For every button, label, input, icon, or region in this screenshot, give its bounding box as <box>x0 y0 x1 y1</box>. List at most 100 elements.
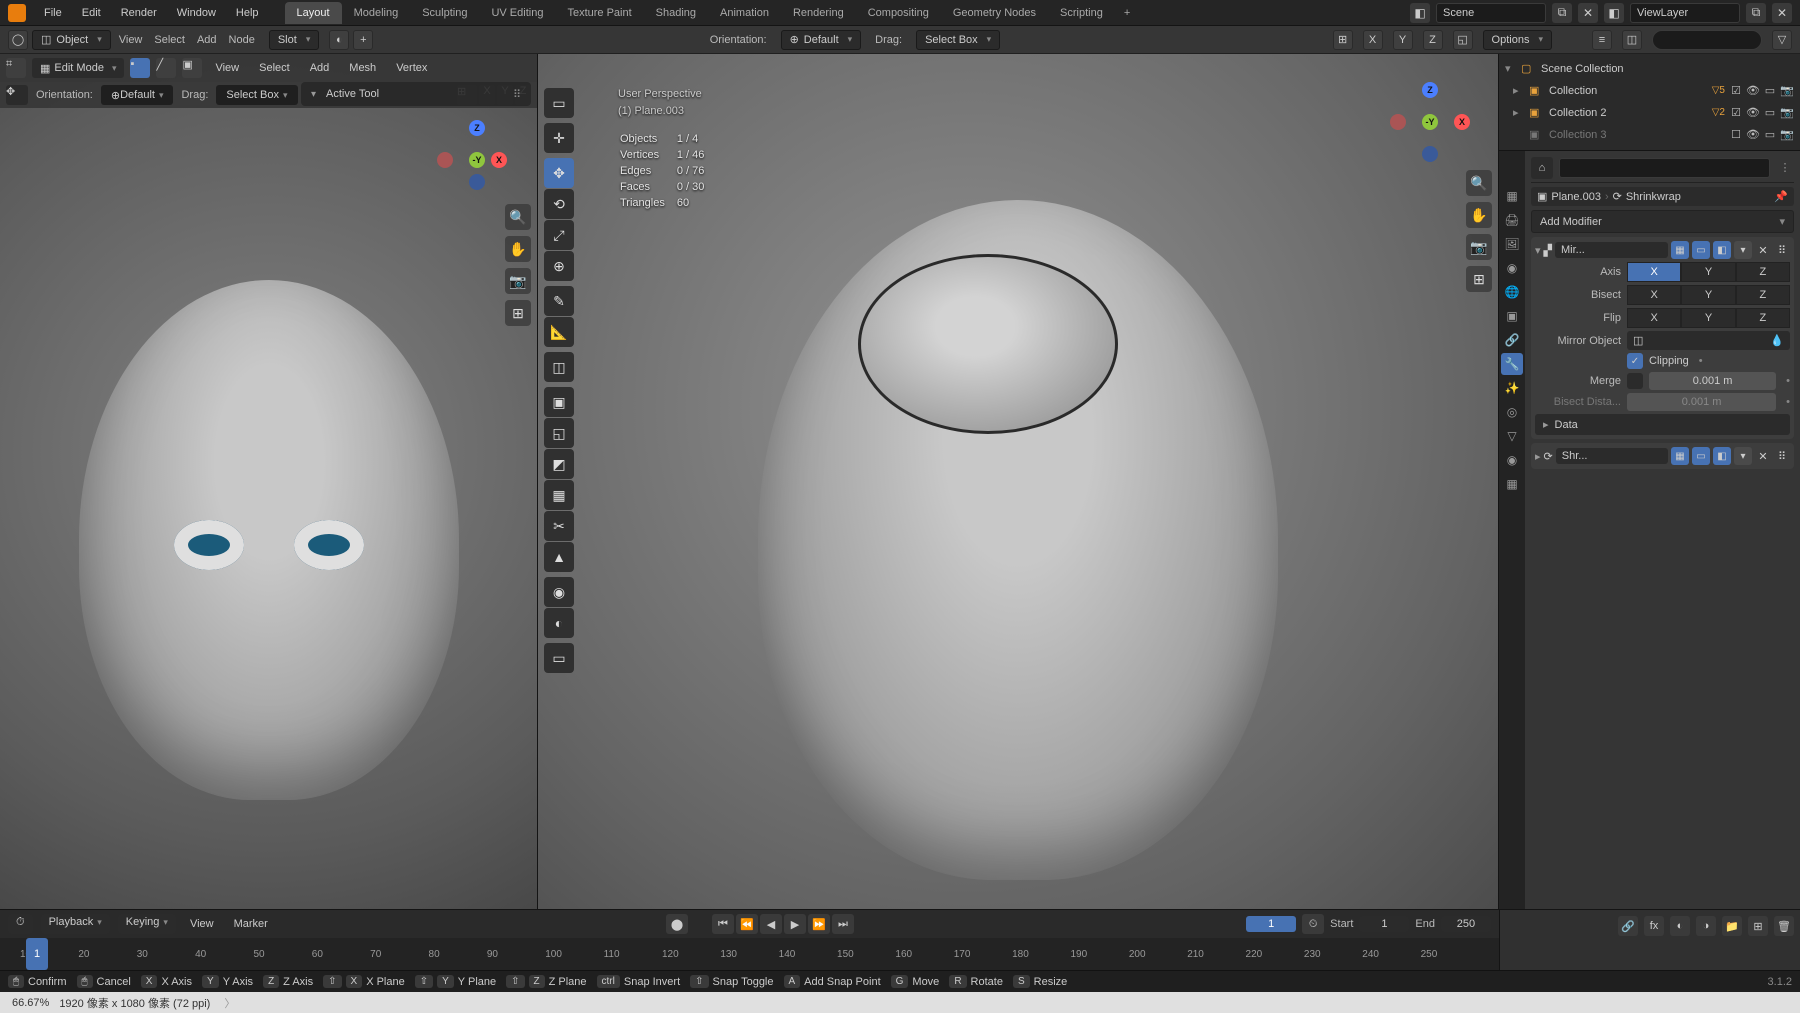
preview-range-icon[interactable]: ⏲ <box>1302 914 1324 934</box>
tab-texture-paint[interactable]: Texture Paint <box>555 2 643 24</box>
start-frame-input[interactable]: 1 <box>1359 916 1409 932</box>
orientation-dropdown[interactable]: ⊕Default <box>101 85 174 105</box>
outliner-editor-icon[interactable]: ≡ <box>1592 30 1612 50</box>
scene-browse-icon[interactable]: ◧ <box>1410 3 1430 23</box>
display-render-icon[interactable]: ◧ <box>1713 241 1731 259</box>
menu-select[interactable]: Select <box>252 59 297 77</box>
editor-type-icon[interactable]: ⏱ <box>8 914 33 934</box>
smooth-tool[interactable]: ◐ <box>544 608 574 638</box>
scale-tool[interactable]: ⤢ <box>544 220 574 250</box>
keyframe-prev-icon[interactable]: ⏪ <box>736 914 758 934</box>
filter-icon[interactable]: ▽ <box>1772 30 1792 50</box>
flip-x-button[interactable]: X <box>1627 308 1681 328</box>
pin-icon[interactable]: 📌 <box>1774 190 1788 203</box>
transform-orientation-icon[interactable]: ✥ <box>6 85 28 105</box>
auto-key-icon[interactable]: ⬤ <box>666 914 688 934</box>
menu-select[interactable]: Select <box>150 34 189 46</box>
tab-render-icon[interactable]: ▦ <box>1501 185 1523 207</box>
axis-neg-z-icon[interactable] <box>469 174 485 190</box>
jump-end-icon[interactable]: ⏭ <box>832 914 854 934</box>
rotate-tool[interactable]: ⟲ <box>544 189 574 219</box>
editor-type-icon[interactable]: ◯ <box>8 30 28 50</box>
transform-tool[interactable]: ⊕ <box>544 251 574 281</box>
slot-dropdown[interactable]: Slot <box>269 30 320 50</box>
tab-mesh-icon[interactable]: ▽ <box>1501 425 1523 447</box>
overlay-icon[interactable]: ◱ <box>1453 30 1473 50</box>
menu-mesh[interactable]: Mesh <box>342 59 383 77</box>
tab-sculpting[interactable]: Sculpting <box>410 2 479 24</box>
display-realtime-icon[interactable]: ▭ <box>1692 241 1710 259</box>
axis-neg-z-icon[interactable] <box>1422 146 1438 162</box>
menu-view[interactable]: View <box>184 918 220 930</box>
current-frame-input[interactable]: 1 <box>1246 916 1296 932</box>
add-button[interactable]: + <box>353 30 373 50</box>
zoom-icon[interactable]: 🔍 <box>505 204 531 230</box>
tab-output-icon[interactable]: 🖨 <box>1501 209 1523 231</box>
add-workspace-button[interactable]: + <box>1115 2 1139 24</box>
cursor-tool[interactable]: ✛ <box>544 123 574 153</box>
display-realtime-icon[interactable]: ▭ <box>1692 447 1710 465</box>
timeline-ruler[interactable]: 1 10203040506070809010011012013014015016… <box>0 938 1499 970</box>
add-modifier-dropdown[interactable]: Add Modifier <box>1531 210 1794 233</box>
display-editmode-icon[interactable]: ▦ <box>1671 447 1689 465</box>
modifier-extras-icon[interactable]: ⠿ <box>1774 448 1790 464</box>
modifier-extras-icon[interactable]: ⠿ <box>1774 242 1790 258</box>
outliner-item[interactable]: Collection <box>1549 82 1708 100</box>
move-tool[interactable]: ✥ <box>544 158 574 188</box>
menu-help[interactable]: Help <box>226 3 269 23</box>
playhead[interactable]: 1 <box>26 938 48 970</box>
tab-material-icon[interactable]: ◉ <box>1501 449 1523 471</box>
keying-dropdown[interactable]: Keying <box>118 914 176 934</box>
menu-view[interactable]: View <box>208 59 246 77</box>
right-3d-viewport[interactable]: ▭ ✛ ✥ ⟲ ⤢ ⊕ ✎ 📐 ◫ ▣ ◱ ◩ ▦ ✂ ▲ ◉ ◐ ▭ User… <box>538 54 1499 937</box>
bisect-x-button[interactable]: X <box>1627 285 1681 305</box>
flip-y-button[interactable]: Y <box>1681 308 1735 328</box>
tab-constraint-icon[interactable]: 🔗 <box>1501 329 1523 351</box>
keyframe-next-icon[interactable]: ⏩ <box>808 914 830 934</box>
tab-layout[interactable]: Layout <box>285 2 342 24</box>
nav-gizmo[interactable]: Z -Y X <box>437 120 507 190</box>
drag-dropdown[interactable]: Select Box <box>216 85 297 105</box>
breadcrumb-object[interactable]: Plane.003 <box>1551 191 1601 203</box>
mode-dropdown[interactable]: ◫Object <box>32 30 111 50</box>
menu-vertex[interactable]: Vertex <box>389 59 434 77</box>
axis-z-toggle[interactable]: Z <box>1423 30 1443 50</box>
axis-x-button[interactable]: X <box>1627 262 1681 282</box>
bisect-z-button[interactable]: Z <box>1736 285 1790 305</box>
flip-z-button[interactable]: Z <box>1736 308 1790 328</box>
display-editmode-icon[interactable]: ▦ <box>1671 241 1689 259</box>
blender-logo-icon[interactable] <box>8 4 26 22</box>
bevel-tool[interactable]: ◩ <box>544 449 574 479</box>
modifier-name-input[interactable]: Mir... <box>1555 242 1668 258</box>
mask-icon[interactable]: ◐ <box>1670 916 1690 936</box>
tab-scripting[interactable]: Scripting <box>1048 2 1115 24</box>
menu-window[interactable]: Window <box>167 3 226 23</box>
viewlayer-browse-icon[interactable]: ◧ <box>1604 3 1624 23</box>
merge-value-input[interactable]: 0.001 m <box>1649 372 1776 390</box>
left-3d-viewport[interactable]: ⌗ ▦Edit Mode ▪ ╱ ▣ View Select Add Mesh … <box>0 54 538 937</box>
tab-compositing[interactable]: Compositing <box>856 2 941 24</box>
menu-add[interactable]: Add <box>193 34 221 46</box>
outliner-item[interactable]: Collection 3 <box>1549 126 1725 144</box>
tab-animation[interactable]: Animation <box>708 2 781 24</box>
options-icon[interactable]: ⋮ <box>1776 161 1794 174</box>
modifier-name-input[interactable]: Shr... <box>1556 448 1668 464</box>
viewlayer-name-input[interactable] <box>1630 3 1740 23</box>
spin-tool[interactable]: ◉ <box>544 577 574 607</box>
end-frame-input[interactable]: 250 <box>1441 916 1491 932</box>
tab-uv-editing[interactable]: UV Editing <box>479 2 555 24</box>
tab-physics-icon[interactable]: ◎ <box>1501 401 1523 423</box>
face-select-icon[interactable]: ▣ <box>182 58 202 78</box>
pan-icon[interactable]: ✋ <box>1466 202 1492 228</box>
outliner-root[interactable]: Scene Collection <box>1541 60 1794 78</box>
data-subpanel[interactable]: Data <box>1535 414 1790 435</box>
trash-icon[interactable]: 🗑 <box>1774 916 1794 936</box>
fx-icon[interactable]: fx <box>1644 916 1664 936</box>
tab-geometry-nodes[interactable]: Geometry Nodes <box>941 2 1048 24</box>
menu-render[interactable]: Render <box>111 3 167 23</box>
menu-marker[interactable]: Marker <box>228 918 274 930</box>
display-render-icon[interactable]: ◧ <box>1713 447 1731 465</box>
menu-node[interactable]: Node <box>225 34 259 46</box>
axis-x-icon[interactable]: X <box>491 152 507 168</box>
axis-y-toggle[interactable]: Y <box>1393 30 1413 50</box>
